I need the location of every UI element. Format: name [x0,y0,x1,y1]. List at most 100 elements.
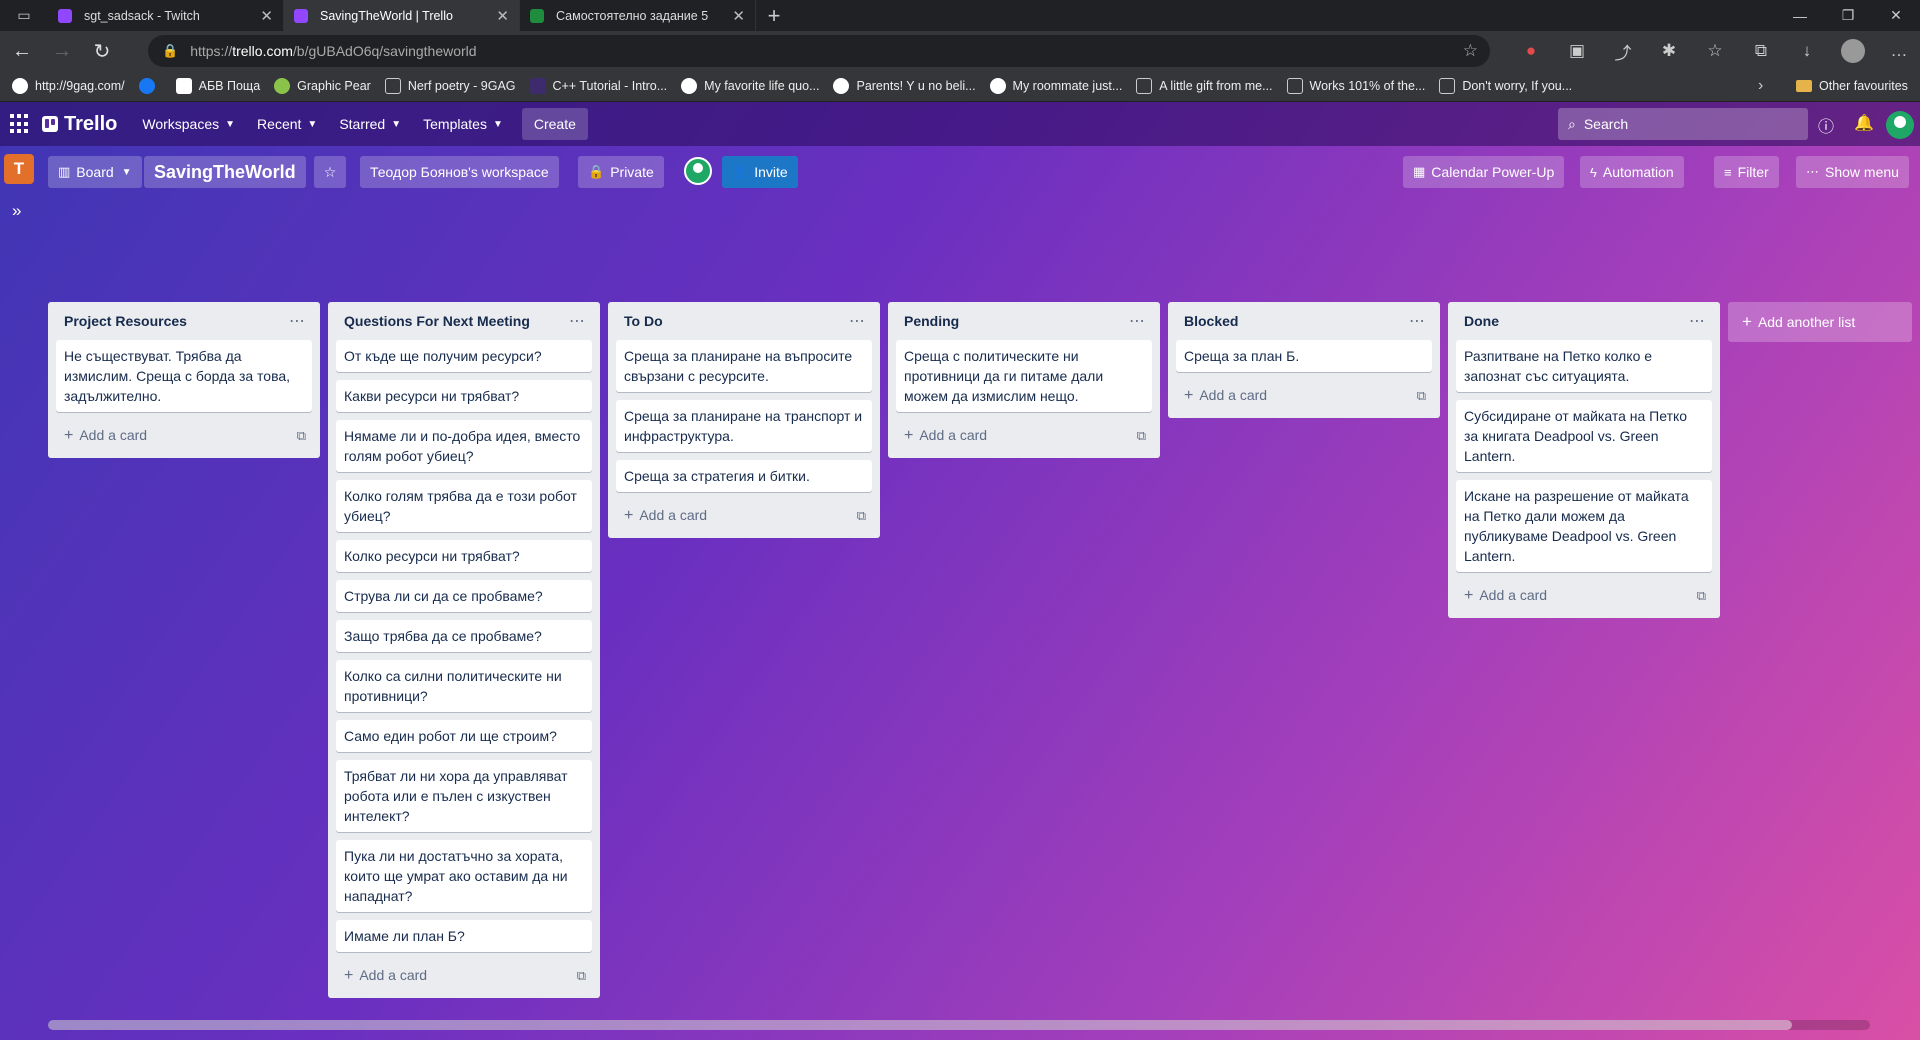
board-view-switcher[interactable]: ▥ Board ▼ [48,156,142,188]
card[interactable]: Среща с политическите ни противници да г… [896,340,1152,412]
star-icon[interactable]: ☆ [314,156,346,188]
bookmark[interactable]: АБВ Поща [175,78,260,94]
filter-button[interactable]: ≡ Filter [1714,156,1779,188]
trello-logo[interactable]: Trello [42,113,117,136]
nav-workspaces[interactable]: Workspaces ▼ [131,108,246,140]
list-menu-icon[interactable]: ⋯ [569,311,586,331]
extensions-puzzle-icon[interactable]: ✱ [1646,41,1692,61]
member-avatar[interactable] [684,157,712,185]
extension-icon[interactable]: ▣ [1554,41,1600,61]
add-card-button[interactable]: + Add a card ⧉ [616,500,872,532]
card[interactable]: Не съществуват. Трябва да измислим. Срещ… [56,340,312,412]
card[interactable]: Имаме ли план Б? [336,920,592,952]
card[interactable]: Среща за планиране на въпросите свързани… [616,340,872,392]
forward-icon[interactable]: → [44,33,80,69]
bookmark[interactable]: Don't worry, If you... [1439,78,1572,94]
add-list-button[interactable]: + Add another list [1728,302,1912,342]
add-card-button[interactable]: + Add a card ⧉ [1456,580,1712,612]
card[interactable]: Колко голям трябва да е този робот убиец… [336,480,592,532]
list-header[interactable]: Project Resources ⋯ [56,302,312,340]
more-icon[interactable]: … [1876,41,1920,61]
card[interactable]: Искане на разрешение от майката на Петко… [1456,480,1712,572]
list-menu-icon[interactable]: ⋯ [1129,311,1146,331]
favourites-icon[interactable]: ☆ [1692,41,1738,61]
bookmark[interactable]: C++ Tutorial - Intro... [529,78,667,94]
list-header[interactable]: Questions For Next Meeting ⋯ [336,302,592,340]
browser-tab-active[interactable]: SavingTheWorld | Trello ✕ [284,0,520,31]
share-icon[interactable]: ⤴ [1600,39,1646,64]
card-template-icon[interactable]: ⧉ [857,508,866,524]
list-header[interactable]: To Do ⋯ [616,302,872,340]
card[interactable]: Нямаме ли и по-добра идея, вместо голям … [336,420,592,472]
add-card-button[interactable]: + Add a card ⧉ [1176,380,1432,412]
show-menu-button[interactable]: ⋯ Show menu [1796,156,1909,188]
list-menu-icon[interactable]: ⋯ [1409,311,1426,331]
bookmark[interactable]: My favorite life quo... [681,78,819,94]
restore-icon[interactable]: ❐ [1824,0,1872,31]
bookmark[interactable]: Graphic Pear [274,78,371,94]
create-button[interactable]: Create [521,108,588,140]
address-bar[interactable]: 🔒 https://trello.com/b/gUBAdO6q/savingth… [148,35,1490,67]
close-icon[interactable]: ✕ [260,7,273,25]
card[interactable]: Трябват ли ни хора да управляват робота … [336,760,592,832]
add-card-button[interactable]: + Add a card ⧉ [896,420,1152,452]
nav-starred[interactable]: Starred ▼ [328,108,412,140]
list-menu-icon[interactable]: ⋯ [1689,311,1706,331]
extension-icon[interactable]: ● [1508,41,1554,61]
browser-tab[interactable]: sgt_sadsack - Twitch ✕ [48,0,284,31]
scrollbar-thumb[interactable] [48,1020,1792,1030]
card-template-icon[interactable]: ⧉ [1697,588,1706,604]
bookmark[interactable]: Parents! Y u no beli... [833,78,976,94]
card[interactable]: Защо трябва да се пробваме? [336,620,592,652]
board-title[interactable]: SavingTheWorld [144,156,306,188]
add-card-button[interactable]: + Add a card ⧉ [336,960,592,992]
card-template-icon[interactable]: ⧉ [1137,428,1146,444]
visibility-button[interactable]: 🔒 Private [578,156,664,188]
bookmark[interactable]: Works 101% of the... [1286,78,1425,94]
card[interactable]: Пука ли ни достатъчно за хората, които щ… [336,840,592,912]
card[interactable]: Субсидиране от майката на Петко за книга… [1456,400,1712,472]
sidebar-expand-icon[interactable]: » [12,201,21,221]
downloads-icon[interactable]: ↓ [1784,41,1830,61]
list-header[interactable]: Blocked ⋯ [1176,302,1432,340]
back-icon[interactable]: ← [4,33,40,69]
card-template-icon[interactable]: ⧉ [297,428,306,444]
close-icon[interactable]: ✕ [496,7,509,25]
add-favourite-icon[interactable]: ☆ [1463,41,1478,61]
close-icon[interactable]: ✕ [732,7,745,25]
card[interactable]: Колко са силни политическите ни противни… [336,660,592,712]
invite-button[interactable]: 👤 Invite [722,156,798,188]
card-template-icon[interactable]: ⧉ [1417,388,1426,404]
bookmark[interactable]: Nerf poetry - 9GAG [384,78,516,94]
close-window-icon[interactable]: ✕ [1872,0,1920,31]
minimize-icon[interactable]: — [1776,0,1824,31]
card[interactable]: Среща за планиране на транспорт и инфрас… [616,400,872,452]
bookmark[interactable]: A little gift from me... [1136,78,1273,94]
bookmark[interactable]: My roommate just... [989,78,1122,94]
bookmark[interactable] [138,78,162,94]
bell-icon[interactable]: 🔔 [1854,113,1874,133]
workspace-button[interactable]: Теодор Боянов's workspace [360,156,559,188]
other-favourites[interactable]: Other favourites [1796,71,1908,101]
card[interactable]: Разпитване на Петко колко е запознат със… [1456,340,1712,392]
list-header[interactable]: Done ⋯ [1456,302,1712,340]
list-header[interactable]: Pending ⋯ [896,302,1152,340]
user-avatar[interactable] [1886,111,1914,139]
browser-tab[interactable]: Самостоятелно задание 5 ✕ [520,0,756,31]
collections-icon[interactable]: ⧉ [1738,41,1784,61]
card[interactable]: Какви ресурси ни трябват? [336,380,592,412]
workspace-badge[interactable]: T [4,154,34,184]
automation-button[interactable]: ϟ Automation [1580,156,1684,188]
workspaces-icon[interactable]: ▭ [0,0,48,31]
card-template-icon[interactable]: ⧉ [577,968,586,984]
bookmark[interactable]: http://9gag.com/ [12,78,125,94]
card[interactable]: Само един робот ли ще строим? [336,720,592,752]
list-menu-icon[interactable]: ⋯ [849,311,866,331]
card[interactable]: Колко ресурси ни трябват? [336,540,592,572]
chevron-right-icon[interactable]: › [1758,77,1763,95]
card[interactable]: Струва ли си да се пробваме? [336,580,592,612]
list-menu-icon[interactable]: ⋯ [289,311,306,331]
card[interactable]: Среща за план Б. [1176,340,1432,372]
card[interactable]: Среща за стратегия и битки. [616,460,872,492]
lock-icon[interactable]: 🔒 [162,43,178,59]
